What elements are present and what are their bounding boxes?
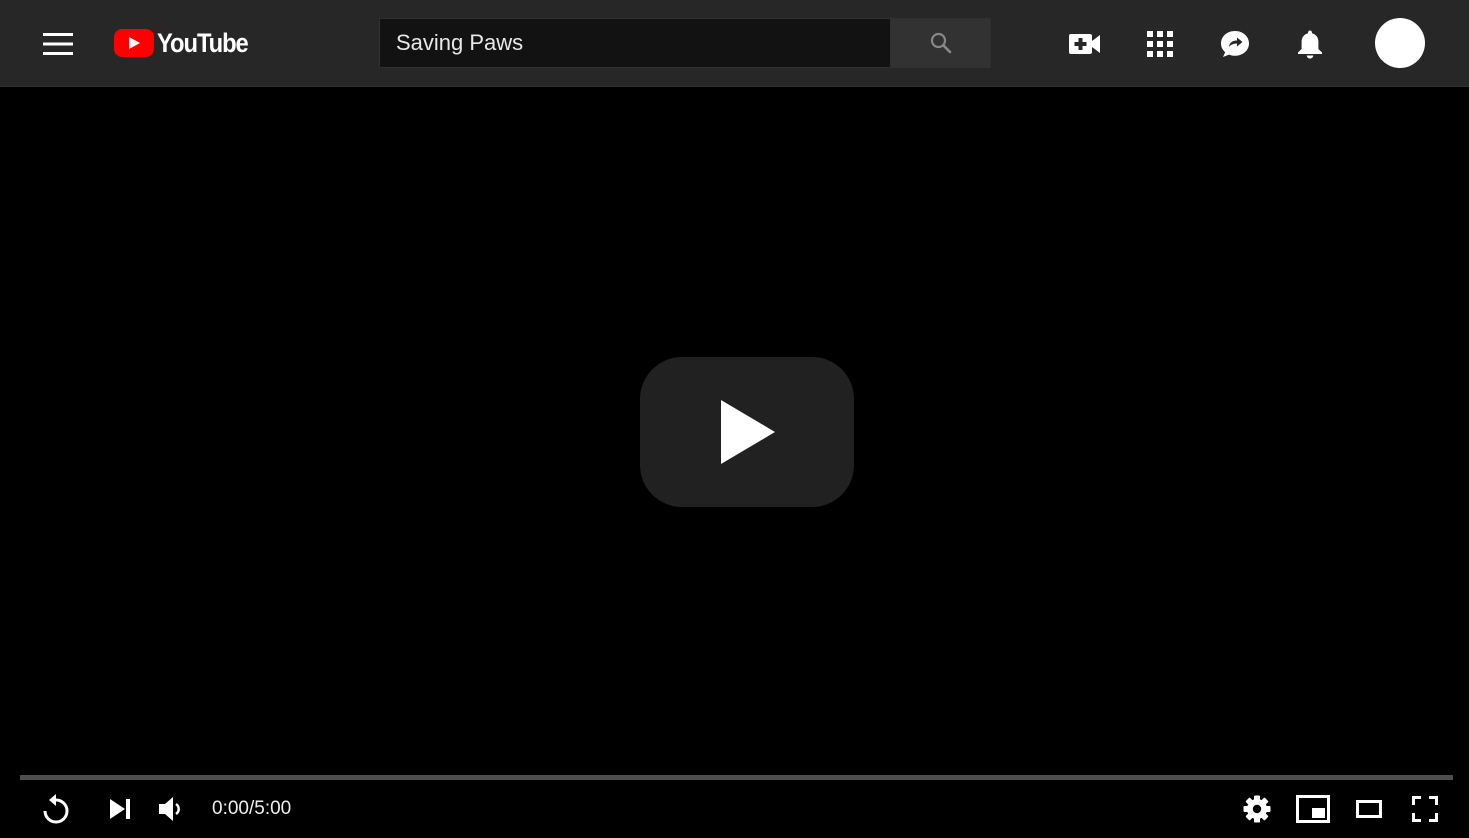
volume-icon	[159, 797, 180, 821]
top-navigation-bar: YouTube	[0, 0, 1469, 87]
replay-button[interactable]	[34, 787, 78, 831]
logo-play-icon	[129, 37, 140, 49]
hamburger-menu-icon	[43, 33, 73, 55]
settings-gear-icon	[1243, 795, 1271, 823]
apps-grid-icon	[1147, 31, 1173, 57]
large-play-button[interactable]	[640, 357, 854, 507]
time-display: 0:00/5:00	[212, 798, 292, 819]
next-icon	[110, 799, 130, 819]
create-video-icon	[1069, 34, 1100, 54]
create-video-button[interactable]	[1063, 22, 1107, 66]
search-icon	[930, 32, 951, 54]
avatar[interactable]	[1375, 18, 1425, 68]
theater-mode-button[interactable]	[1347, 787, 1391, 831]
video-player[interactable]: 0:00/5:00	[0, 87, 1469, 838]
youtube-logo[interactable]: YouTube	[114, 26, 260, 60]
search-bar	[379, 18, 991, 68]
miniplayer-icon	[1296, 795, 1330, 823]
search-input[interactable]	[379, 18, 890, 68]
volume-button[interactable]	[150, 787, 194, 831]
theater-mode-icon	[1356, 800, 1382, 818]
messages-icon	[1221, 31, 1249, 57]
fullscreen-button[interactable]	[1403, 787, 1447, 831]
notifications-bell-icon	[1298, 30, 1322, 59]
next-button[interactable]	[98, 787, 142, 831]
replay-icon	[43, 794, 69, 824]
settings-button[interactable]	[1235, 787, 1279, 831]
logo-text: YouTube	[157, 27, 249, 58]
menu-button[interactable]	[36, 22, 80, 66]
fullscreen-icon	[1412, 796, 1438, 822]
play-icon	[721, 400, 775, 464]
messages-button[interactable]	[1213, 22, 1257, 66]
search-button[interactable]	[890, 18, 991, 68]
youtube-app: YouTube Saving Paws 0:00/5:00	[0, 0, 1469, 838]
youtube-logo-mark	[114, 29, 154, 57]
progress-bar[interactable]	[20, 775, 1453, 780]
apps-button[interactable]	[1138, 22, 1182, 66]
miniplayer-button[interactable]	[1291, 787, 1335, 831]
notifications-button[interactable]	[1288, 22, 1332, 66]
